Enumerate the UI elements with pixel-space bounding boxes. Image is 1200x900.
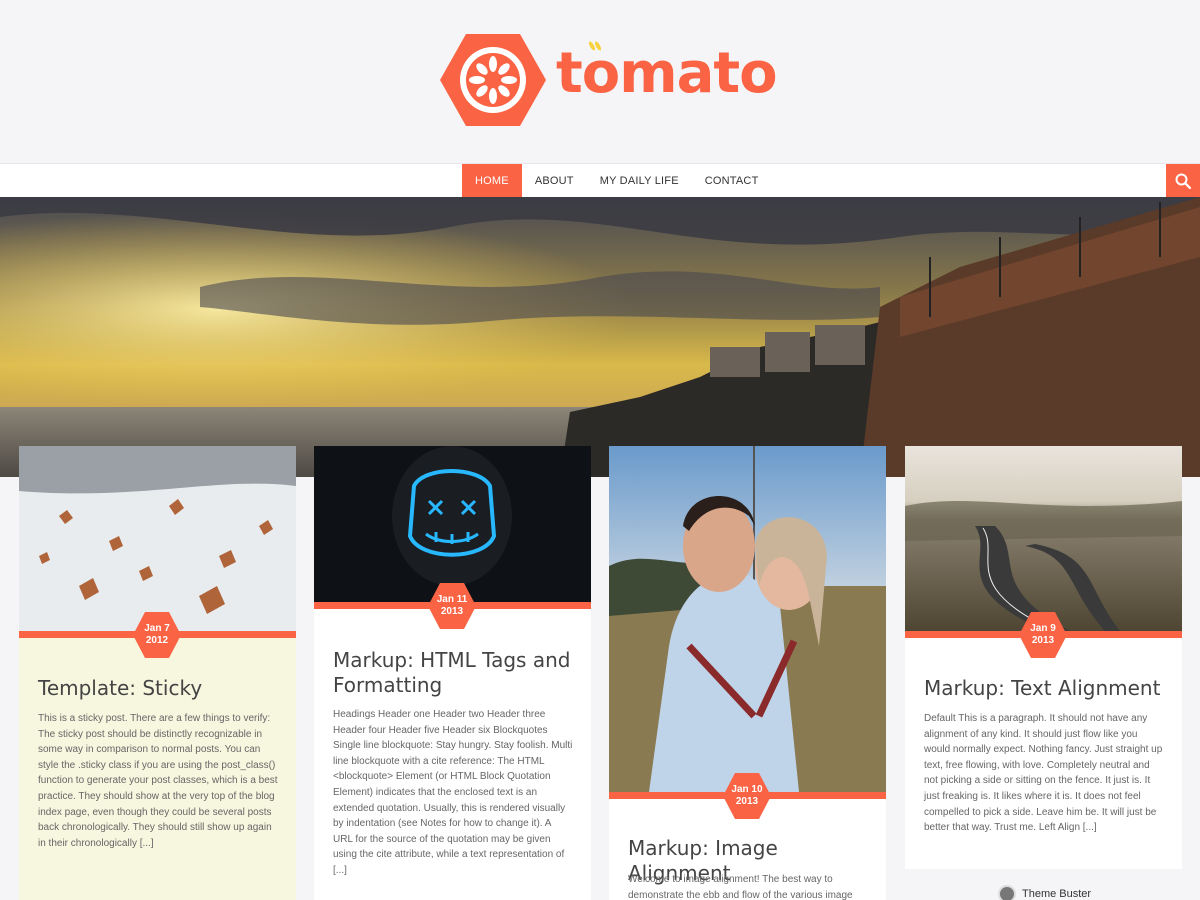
nav-menu: HOME ABOUT MY DAILY LIFE CONTACT [462,164,772,198]
post-title[interactable]: Markup: HTML Tags and Formatting [333,648,573,698]
date-year: 2013 [1031,635,1055,646]
main-navigation: HOME ABOUT MY DAILY LIFE CONTACT [0,163,1200,198]
post-card-sticky[interactable]: Jan 7 2012 Template: Sticky This is a st… [19,446,296,900]
nav-item-my-daily-life[interactable]: MY DAILY LIFE [587,164,692,198]
date-badge: Jan 11 2013 [428,583,476,629]
post-excerpt: This is a sticky post. There are a few t… [38,713,278,849]
winding-road-image [905,446,1182,631]
post-title[interactable]: Markup: Text Alignment [924,676,1164,701]
post-thumbnail[interactable] [19,446,296,631]
date-year: 2013 [440,606,464,617]
site-header: tomato [0,0,1200,163]
tomato-logo-icon [440,34,546,126]
post-excerpt: Headings Header one Header two Header th… [333,709,573,876]
post-thumbnail[interactable] [609,446,886,792]
post-card-html-tags[interactable]: Jan 11 2013 Markup: HTML Tags and Format… [314,446,591,900]
post-card-image-alignment[interactable]: Jan 10 2013 Markup: Image Alignment Welc… [609,446,886,900]
search-button[interactable] [1166,164,1200,198]
post-card-text-alignment[interactable]: Jan 9 2013 Markup: Text Alignment Defaul… [905,446,1182,869]
hero-landscape-image [0,197,1200,477]
neon-mask-image [314,446,591,602]
post-excerpt: Welcome to image alignment! The best way… [628,874,853,900]
date-badge: Jan 7 2012 [133,612,181,658]
autumn-leaves-image [19,446,296,631]
logo-wordmark: tomato [556,41,778,106]
post-excerpt: Default This is a paragraph. It should n… [924,713,1163,834]
date-day: Jan 10 [731,783,763,795]
couple-embrace-image [609,446,886,792]
post-title[interactable]: Template: Sticky [38,676,278,701]
date-year: 2013 [735,796,759,807]
logo-leaf-icon [588,41,602,51]
date-day: Jan 7 [144,622,170,634]
author-name[interactable]: Theme Buster [1022,888,1091,900]
nav-item-contact[interactable]: CONTACT [692,164,772,198]
date-day: Jan 9 [1030,622,1056,634]
post-thumbnail[interactable] [314,446,591,602]
date-badge: Jan 10 2013 [723,773,771,819]
author-widget[interactable]: Theme Buster [998,885,1091,900]
date-day: Jan 11 [436,593,468,605]
date-badge: Jan 9 2013 [1019,612,1067,658]
search-icon [1175,173,1191,189]
nav-item-home[interactable]: HOME [462,164,522,198]
avatar [998,885,1016,900]
date-year: 2012 [145,635,169,646]
post-thumbnail[interactable] [905,446,1182,631]
hero-header-image [0,197,1200,477]
site-logo[interactable]: tomato [438,30,778,130]
nav-item-about[interactable]: ABOUT [522,164,587,198]
